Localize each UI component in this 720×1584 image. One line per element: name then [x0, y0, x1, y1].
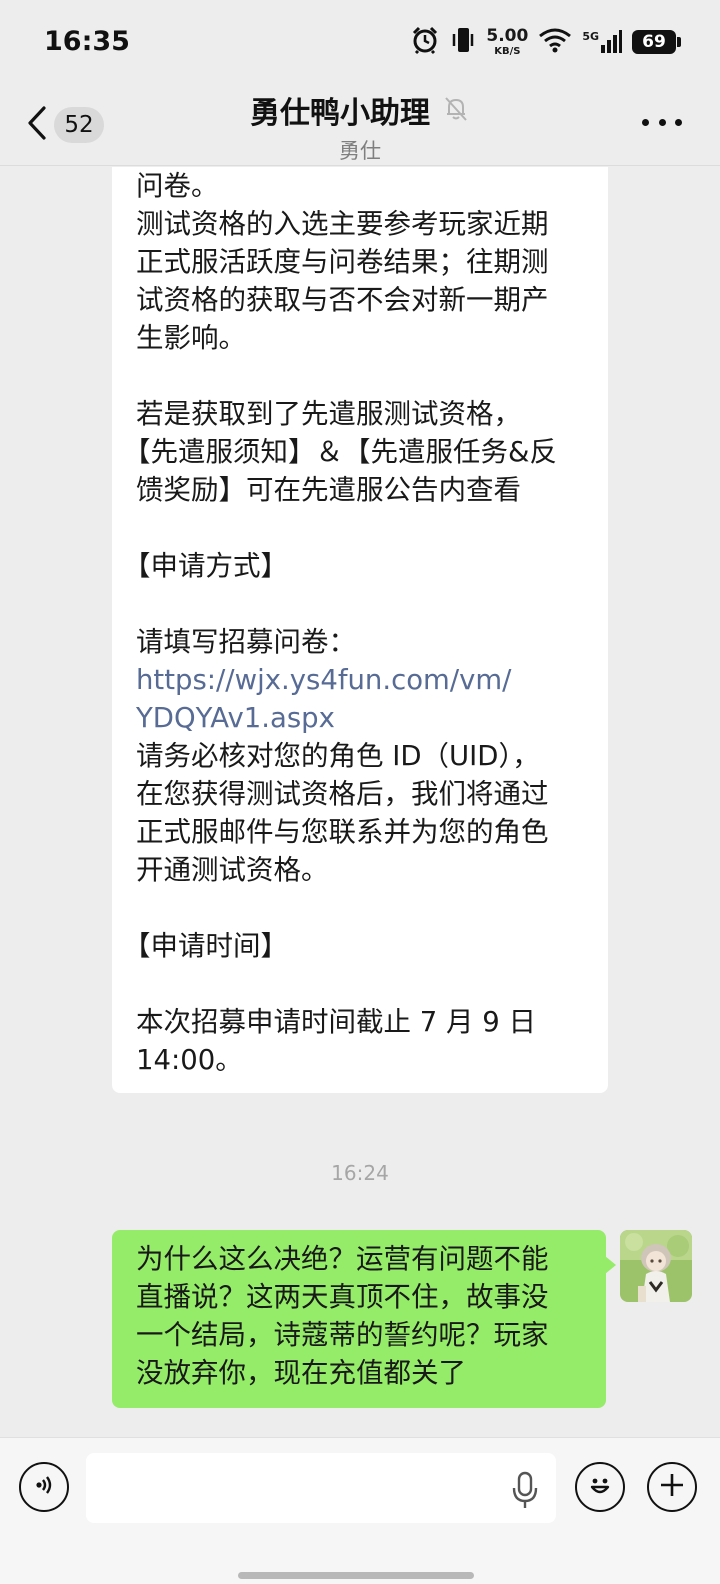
message-line: 在您获得测试资格后，我们将通过: [136, 778, 549, 810]
message-line: 正式服活跃度与问卷结果；往期测: [136, 246, 549, 278]
signal-icon: 5G: [582, 30, 622, 54]
message-line: 馈奖励】可在先遣服公告内查看: [136, 474, 521, 506]
message-line: 【先遣服须知】＆【先遣服任务&反: [123, 436, 557, 468]
message-list[interactable]: 问卷。 测试资格的入选主要参考玩家近期 正式服活跃度与问卷结果；往期测 试资格的…: [0, 167, 720, 1437]
mute-bell-icon: [442, 94, 470, 126]
net-speed-unit: KB/S: [494, 45, 521, 57]
status-bar: 16:35 5.00 KB/S 5G 69: [0, 0, 720, 84]
chat-subtitle: 勇仕: [339, 139, 381, 163]
message-line: 请务必核对您的角色 ID（UID），: [136, 740, 540, 772]
wifi-icon: [538, 27, 572, 57]
avatar[interactable]: [620, 1230, 692, 1302]
more-dots-icon[interactable]: [642, 114, 682, 130]
battery-icon: 69: [632, 30, 681, 54]
message-line: 开通测试资格。: [136, 854, 329, 886]
home-indicator: [238, 1572, 474, 1579]
net-speed-value: 5.00: [486, 25, 529, 46]
more-functions-button[interactable]: [647, 1462, 697, 1512]
emoji-button[interactable]: [575, 1462, 625, 1512]
incoming-message[interactable]: 问卷。 测试资格的入选主要参考玩家近期 正式服活跃度与问卷结果；往期测 试资格的…: [112, 167, 608, 1093]
message-line: 为什么这么决绝？运营有问题不能: [136, 1243, 549, 1275]
plus-icon: [658, 1471, 686, 1503]
vibrate-icon: [450, 25, 476, 59]
message-line: 请填写招募问卷：: [136, 626, 356, 658]
message-line: 试资格的获取与否不会对新一期产: [136, 284, 549, 316]
section-heading: 【申请时间】: [123, 930, 288, 962]
message-input[interactable]: [86, 1453, 556, 1523]
section-heading: 【申请方式】: [123, 550, 288, 582]
voice-toggle-icon: [31, 1472, 57, 1502]
alarm-icon: [410, 25, 440, 59]
voice-toggle-button[interactable]: [19, 1462, 69, 1512]
message-line: 若是获取到了先遣服测试资格，: [136, 398, 521, 430]
message-timestamp: 16:24: [331, 1161, 389, 1185]
message-line: 直播说？这两天真顶不住，故事没: [136, 1281, 549, 1313]
message-line: 问卷。: [136, 170, 219, 202]
battery-level: 69: [642, 32, 666, 52]
chat-title: 勇仕鸭小助理: [250, 96, 430, 131]
emoji-icon: [585, 1470, 615, 1504]
message-line: 没放弃你，现在充值都关了: [136, 1357, 466, 1389]
input-bar: [0, 1437, 720, 1584]
chat-header: 52 勇仕鸭小助理 勇仕: [0, 84, 720, 166]
message-line: 一个结局，诗蔻蒂的誓约呢？玩家: [136, 1319, 549, 1351]
outgoing-message[interactable]: 为什么这么决绝？运营有问题不能 直播说？这两天真顶不住，故事没 一个结局，诗蔻蒂…: [112, 1230, 616, 1408]
message-line: 测试资格的入选主要参考玩家近期: [136, 208, 549, 240]
survey-link[interactable]: https://wjx.ys4fun.com/vm/: [136, 661, 584, 699]
network-type: 5G: [582, 30, 599, 43]
net-speed: 5.00 KB/S: [486, 25, 529, 57]
message-line: 14:00。: [136, 1044, 243, 1076]
status-icons: 5.00 KB/S 5G 69: [410, 24, 681, 60]
message-line: 生影响。: [136, 322, 246, 354]
message-line: 本次招募申请时间截止 7 月 9 日: [136, 1006, 536, 1038]
title-block: 勇仕鸭小助理 勇仕: [0, 88, 720, 165]
message-line: 正式服邮件与您联系并为您的角色: [136, 816, 549, 848]
microphone-icon[interactable]: [510, 1471, 540, 1511]
survey-link[interactable]: YDQYAv1.aspx: [136, 699, 584, 737]
status-time: 16:35: [44, 26, 130, 57]
